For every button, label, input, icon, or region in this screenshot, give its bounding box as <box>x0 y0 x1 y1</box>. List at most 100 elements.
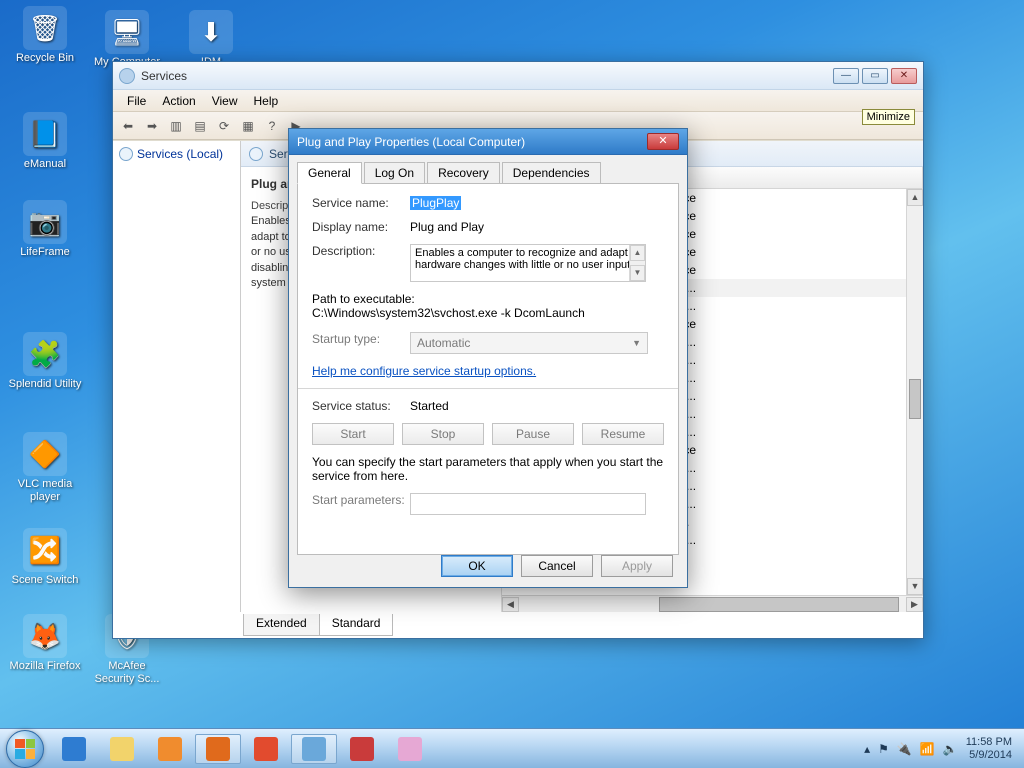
taskbar-item-explorer[interactable] <box>99 734 145 764</box>
menu-action[interactable]: Action <box>154 92 203 110</box>
show-hide-icon[interactable]: ▥ <box>165 115 187 137</box>
power-icon[interactable]: 🔌 <box>897 742 912 756</box>
window-title: Services <box>141 69 187 83</box>
refresh-icon[interactable]: ⟳ <box>213 115 235 137</box>
scroll-left-icon[interactable]: ◀ <box>502 597 519 612</box>
export-icon[interactable]: ▦ <box>237 115 259 137</box>
apply-button[interactable]: Apply <box>601 555 673 577</box>
resume-button[interactable]: Resume <box>582 423 664 445</box>
menu-help[interactable]: Help <box>246 92 287 110</box>
network-icon[interactable]: 📶 <box>920 742 935 756</box>
start-params-input[interactable] <box>410 493 646 515</box>
maximize-button[interactable]: ▭ <box>862 68 888 84</box>
scroll-thumb[interactable] <box>909 379 921 419</box>
start-params-note: You can specify the start parameters tha… <box>312 455 664 483</box>
label-description: Description: <box>312 244 410 258</box>
windows-logo-icon <box>15 739 35 759</box>
desktop-icon[interactable]: 📷LifeFrame <box>8 200 82 259</box>
system-tray: ▴ ⚑ 🔌 📶 🔈 11:58 PM 5/9/2014 <box>864 736 1018 761</box>
startup-type-combo[interactable]: Automatic ▼ <box>410 332 648 354</box>
gear-icon <box>119 68 135 84</box>
close-button[interactable]: ✕ <box>891 68 917 84</box>
services-titlebar[interactable]: Services — ▭ ✕ <box>113 62 923 90</box>
gear-icon <box>119 147 133 161</box>
desktop-icon[interactable]: 🔀Scene Switch <box>8 528 82 587</box>
desktop-icon[interactable]: 🧩Splendid Utility <box>8 332 82 391</box>
label-display-name: Display name: <box>312 220 410 234</box>
scroll-up-icon[interactable]: ▲ <box>630 245 645 261</box>
taskbar-item-toolbox[interactable] <box>339 734 385 764</box>
ok-button[interactable]: OK <box>441 555 513 577</box>
desktop-icon[interactable]: 🖥My Computer <box>90 10 164 69</box>
value-service-status: Started <box>410 399 664 413</box>
app-icon <box>398 737 422 761</box>
app-icon <box>350 737 374 761</box>
hscroll-thumb[interactable] <box>659 597 899 612</box>
pause-button[interactable]: Pause <box>492 423 574 445</box>
taskbar-item-firefox[interactable] <box>195 734 241 764</box>
back-icon[interactable]: ⬅ <box>117 115 139 137</box>
description-textbox[interactable]: Enables a computer to recognize and adap… <box>410 244 646 282</box>
start-button[interactable] <box>6 730 44 768</box>
desktop-icon[interactable]: ⬇IDM <box>174 10 248 69</box>
minimize-tooltip: Minimize <box>862 109 915 125</box>
tab-general[interactable]: General <box>297 162 362 184</box>
app-icon: 🦊 <box>23 614 67 658</box>
cancel-button[interactable]: Cancel <box>521 555 593 577</box>
dialog-titlebar[interactable]: Plug and Play Properties (Local Computer… <box>289 129 687 155</box>
help-link[interactable]: Help me configure service startup option… <box>312 364 536 378</box>
desktop-icon[interactable]: 🔶VLC media player <box>8 432 82 503</box>
tab-dependencies[interactable]: Dependencies <box>502 162 601 184</box>
menu-view[interactable]: View <box>204 92 246 110</box>
app-icon: 🖥 <box>105 10 149 54</box>
app-icon: ⬇ <box>189 10 233 54</box>
taskbar-item-services[interactable] <box>291 734 337 764</box>
scroll-up-icon[interactable]: ▲ <box>907 189 923 206</box>
description-scrollbar[interactable]: ▲ ▼ <box>629 245 645 281</box>
value-display-name: Plug and Play <box>410 220 664 234</box>
help-icon[interactable]: ? <box>261 115 283 137</box>
stop-button[interactable]: Stop <box>402 423 484 445</box>
app-icon <box>110 737 134 761</box>
value-service-name[interactable]: PlugPlay <box>410 196 461 210</box>
tab-recovery[interactable]: Recovery <box>427 162 500 184</box>
menu-file[interactable]: File <box>119 92 154 110</box>
desktop-icon[interactable]: 🦊Mozilla Firefox <box>8 614 82 673</box>
vertical-scrollbar[interactable]: ▲ ▼ <box>906 189 923 595</box>
show-hidden-icon[interactable]: ▴ <box>864 742 870 756</box>
app-icon: 📘 <box>23 112 67 156</box>
desktop-icon[interactable]: 📘eManual <box>8 112 82 171</box>
tree-node-services-local[interactable]: Services (Local) <box>119 147 234 161</box>
scroll-down-icon[interactable]: ▼ <box>630 265 645 281</box>
tab-standard[interactable]: Standard <box>319 614 394 636</box>
tab-panel-general: Service name: PlugPlay Display name: Plu… <box>297 183 679 555</box>
taskbar-item-paint[interactable] <box>387 734 433 764</box>
properties-dialog: Plug and Play Properties (Local Computer… <box>288 128 688 588</box>
forward-icon[interactable]: ➡ <box>141 115 163 137</box>
horizontal-scrollbar[interactable]: ◀ ▶ <box>502 595 923 612</box>
taskbar-item-wmp[interactable] <box>147 734 193 764</box>
flag-icon[interactable]: ⚑ <box>878 742 889 756</box>
clock-date: 5/9/2014 <box>966 749 1012 762</box>
clock[interactable]: 11:58 PM 5/9/2014 <box>966 736 1012 761</box>
start-button[interactable]: Start <box>312 423 394 445</box>
startup-type-value: Automatic <box>417 336 470 350</box>
scroll-right-icon[interactable]: ▶ <box>906 597 923 612</box>
desktop-icon[interactable]: 🗑Recycle Bin <box>8 6 82 65</box>
properties-icon[interactable]: ▤ <box>189 115 211 137</box>
app-icon: 🔶 <box>23 432 67 476</box>
tab-extended[interactable]: Extended <box>243 614 320 636</box>
scroll-down-icon[interactable]: ▼ <box>907 578 923 595</box>
taskbar-item-ie[interactable] <box>51 734 97 764</box>
dialog-title: Plug and Play Properties (Local Computer… <box>297 135 525 149</box>
label-startup-type: Startup type: <box>312 332 410 346</box>
volume-icon[interactable]: 🔈 <box>943 742 958 756</box>
taskbar-item-app5[interactable] <box>243 734 289 764</box>
tab-logon[interactable]: Log On <box>364 162 425 184</box>
icon-label: McAfee Security Sc... <box>90 660 164 685</box>
app-icon <box>158 737 182 761</box>
dialog-close-button[interactable]: ✕ <box>647 133 679 150</box>
app-icon <box>62 737 86 761</box>
app-icon <box>206 737 230 761</box>
minimize-button[interactable]: — <box>833 68 859 84</box>
